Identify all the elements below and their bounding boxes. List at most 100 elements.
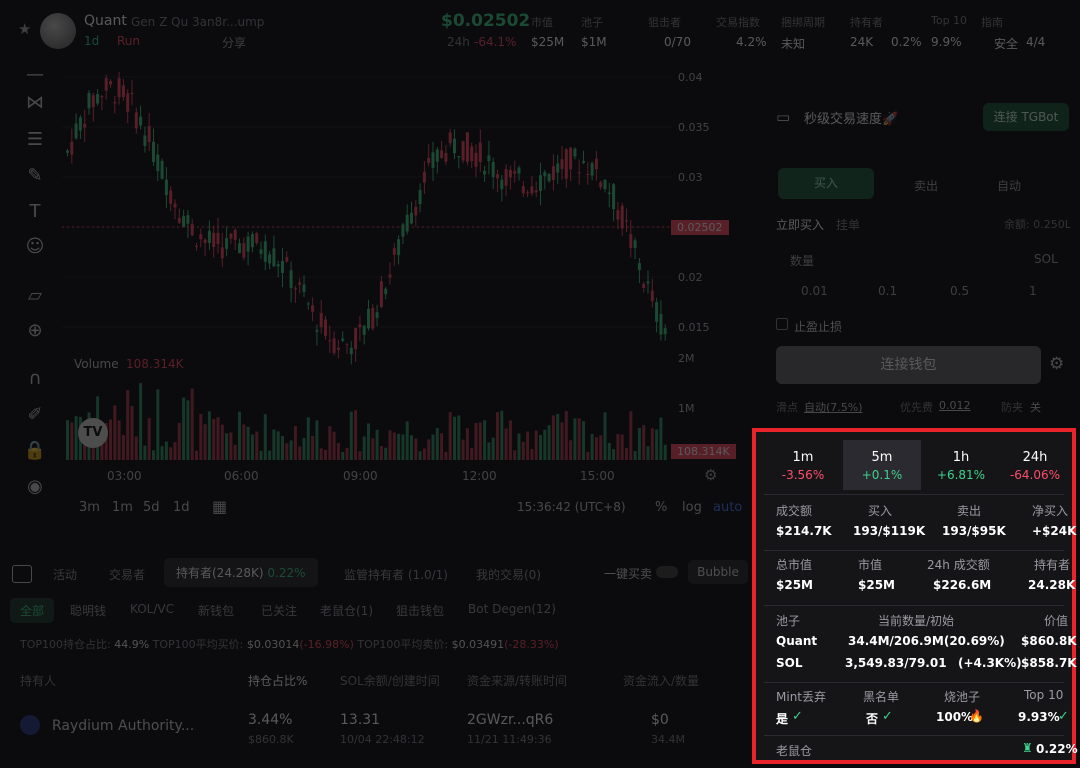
trade-title: 秒级交易速度🚀: [804, 112, 899, 127]
antimev-value[interactable]: 关: [1030, 399, 1041, 415]
tf-5m[interactable]: 5m +0.1%: [843, 440, 921, 490]
col-header[interactable]: 资金流入/数量: [623, 672, 699, 689]
pool-sol-name: SOL: [776, 656, 803, 670]
volume-bar: [586, 451, 590, 460]
line-tool-icon[interactable]: —: [22, 62, 48, 88]
net-buy-value: +$24K: [1032, 524, 1077, 538]
price: $0.02502: [441, 11, 531, 31]
volume-bar: [663, 444, 667, 460]
sell-tab[interactable]: 卖出: [914, 177, 938, 194]
slippage-value[interactable]: 自动(7.5%): [804, 399, 863, 415]
tab-holders[interactable]: 持有者(24.28K) 0.22%: [164, 558, 318, 587]
candle-body: [173, 203, 177, 208]
tf-button[interactable]: 1d: [173, 500, 190, 515]
tf-button[interactable]: 1m: [112, 500, 133, 515]
calendar-icon[interactable]: ▦: [212, 497, 227, 516]
volume-bar: [392, 432, 396, 460]
buy-tab[interactable]: 买入: [778, 168, 874, 199]
volume-bar: [461, 439, 465, 460]
volume-bar: [560, 422, 564, 460]
volume-bar: [410, 435, 413, 460]
instant-buy-tab[interactable]: 立即买入: [776, 216, 824, 233]
candle-body: [517, 167, 521, 174]
candle-body: [526, 192, 530, 194]
preset-button[interactable]: 1: [1029, 284, 1037, 298]
tpsl-checkbox[interactable]: [776, 318, 788, 330]
filter-followed[interactable]: 已关注: [251, 598, 307, 623]
lock-draw-icon[interactable]: ✐: [22, 402, 48, 428]
token-header: ★ Quant Gen Z Qu 3an8r...ump 1d Run 分享 $…: [0, 0, 1080, 62]
check-icon: ✓: [882, 709, 893, 724]
candle-body: [607, 192, 611, 195]
bubble-button[interactable]: Bubble: [688, 560, 748, 584]
tf-button[interactable]: 5d: [143, 500, 160, 515]
preset-button[interactable]: 0.01: [801, 284, 828, 298]
gear-icon[interactable]: ⚙: [1049, 354, 1064, 374]
holder-qty: 34.4M: [651, 733, 685, 746]
holder-name[interactable]: Raydium Authority...: [52, 718, 194, 734]
filter-new-wallet[interactable]: 新钱包: [188, 598, 244, 623]
pool-value-label: 价值: [1044, 614, 1069, 628]
zoom-tool-icon[interactable]: ⊕: [22, 318, 48, 344]
lock-icon[interactable]: 🔒: [22, 438, 48, 464]
volume-bar: [491, 437, 495, 460]
col-header[interactable]: SOL余额/创建时间: [340, 672, 440, 689]
preset-button[interactable]: 0.1: [878, 284, 897, 298]
ruler-tool-icon[interactable]: ▱: [22, 283, 48, 309]
eye-icon[interactable]: ◉: [22, 474, 48, 500]
volume-bar: [431, 434, 435, 460]
auto-tab[interactable]: 自动: [997, 177, 1021, 194]
volume-bar: [195, 450, 198, 460]
share-link[interactable]: 分享: [222, 34, 246, 51]
filter-bot[interactable]: Bot Degen(12): [458, 598, 566, 620]
tf-1m[interactable]: 1m -3.56%: [764, 440, 842, 490]
tf-1h[interactable]: 1h +6.81%: [922, 440, 1000, 490]
limit-tab[interactable]: 挂单: [836, 216, 860, 233]
volume-bar: [173, 442, 177, 460]
emoji-tool-icon[interactable]: ☺: [22, 234, 48, 260]
priority-value[interactable]: 0.012: [939, 399, 971, 412]
panel-toggle-icon[interactable]: [12, 565, 32, 583]
preset-button[interactable]: 0.5: [950, 284, 969, 298]
settings-gear-icon[interactable]: ⚙: [704, 466, 717, 484]
tab-activity[interactable]: 活动: [43, 562, 87, 587]
volume-bar: [564, 410, 568, 460]
token-subtitle[interactable]: Gen Z Qu 3an8r...ump: [131, 15, 264, 29]
connect-tg-button[interactable]: 连接 TGBot: [983, 103, 1069, 131]
tab-my-trades[interactable]: 我的交易(0): [466, 562, 551, 587]
candle-body: [603, 179, 607, 190]
tf-24h[interactable]: 24h -64.06%: [1001, 440, 1069, 490]
filter-rat[interactable]: 老鼠仓(1): [310, 598, 383, 623]
log-scale[interactable]: log: [682, 500, 702, 515]
holder-source[interactable]: 2GWzr...qR6: [467, 712, 553, 728]
filter-all[interactable]: 全部: [10, 598, 55, 623]
percent-scale[interactable]: %: [655, 500, 667, 515]
tf-label: 1m: [792, 450, 814, 465]
connect-wallet-button[interactable]: 连接钱包: [776, 346, 1041, 384]
holder-pct: 3.44%: [248, 712, 293, 728]
volume-bar: [371, 438, 375, 460]
magnet-tool-icon[interactable]: ∩: [22, 366, 48, 392]
brush-tool-icon[interactable]: ✎: [22, 163, 48, 189]
fib-tool-icon[interactable]: ☰: [22, 127, 48, 153]
tab-watched-holders[interactable]: 监管持有者 (1.0/1): [334, 562, 458, 587]
volume-bar: [384, 447, 388, 460]
col-header[interactable]: 持有人: [20, 672, 56, 689]
col-header[interactable]: 资金来源/转账时间: [467, 672, 567, 689]
volume-bar: [164, 441, 168, 460]
text-tool-icon[interactable]: T: [22, 199, 48, 225]
auto-scale[interactable]: auto: [713, 500, 742, 515]
quick-buy-toggle[interactable]: [656, 566, 678, 578]
tab-traders[interactable]: 交易者: [99, 562, 155, 587]
x-tick: 15:00: [580, 469, 615, 483]
col-header[interactable]: 持仓占比%: [248, 672, 307, 689]
star-icon[interactable]: ★: [18, 20, 31, 38]
tf-button[interactable]: 3m: [79, 500, 100, 515]
vol24h-value: $226.6M: [933, 578, 992, 592]
path-tool-icon[interactable]: ⋈: [22, 90, 48, 116]
filter-smart-money[interactable]: 聪明钱: [60, 598, 116, 623]
filter-kol[interactable]: KOL/VC: [120, 598, 184, 620]
price-chart[interactable]: [62, 62, 752, 462]
filter-sniper[interactable]: 狙击钱包: [386, 598, 454, 623]
candle-body: [255, 233, 259, 243]
